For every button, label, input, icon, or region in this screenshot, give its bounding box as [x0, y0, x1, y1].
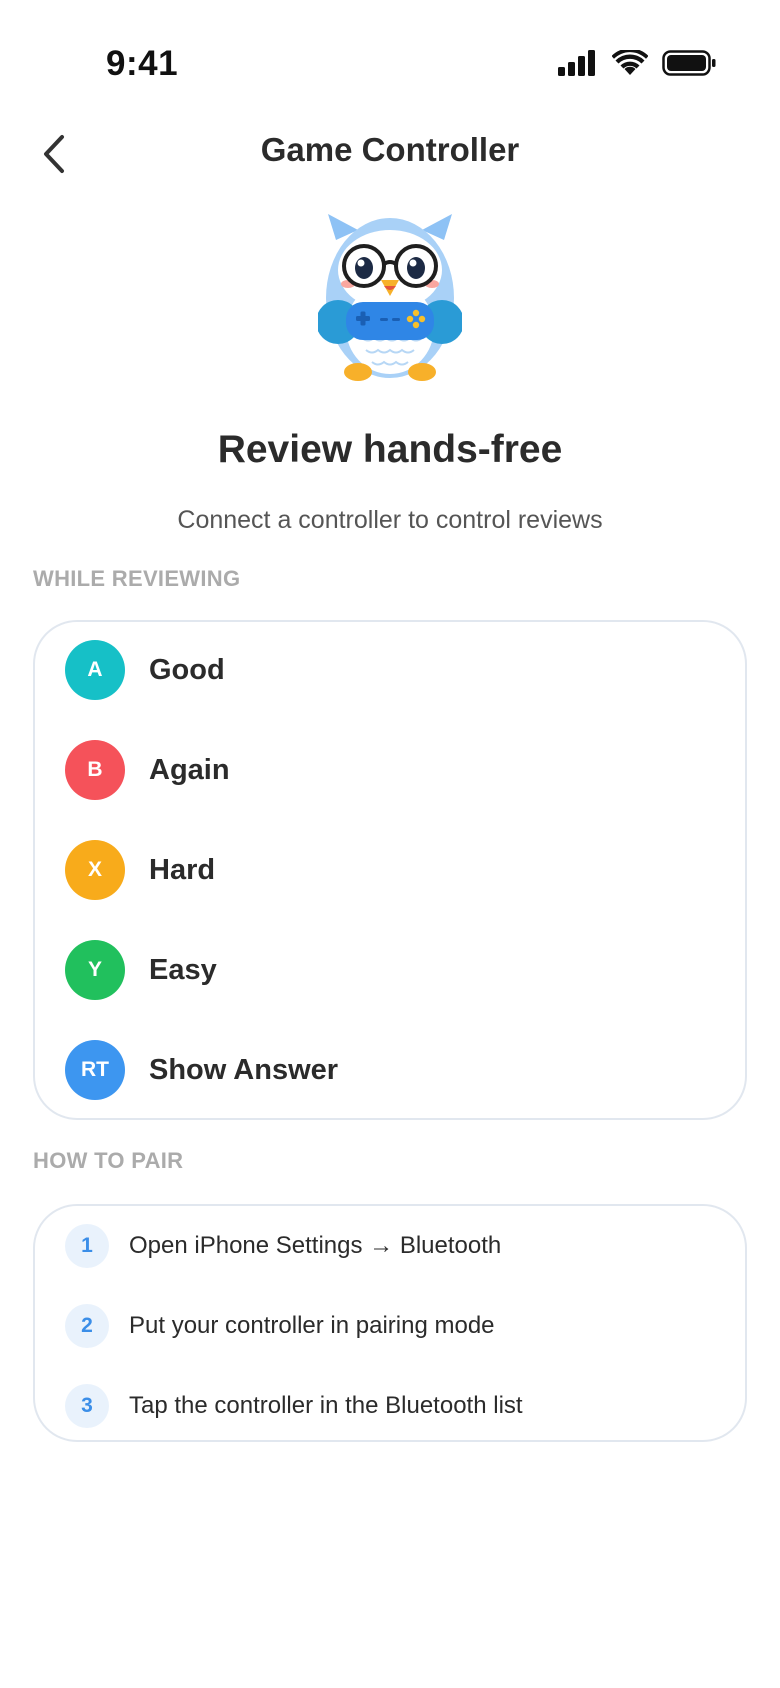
page-title: Game Controller — [260, 131, 520, 168]
button-b-badge: B — [65, 740, 125, 800]
pairing-step: 2 Put your controller in pairing mode — [65, 1304, 495, 1348]
pairing-steps-card: 1 Open iPhone Settings → Bluetooth 2 Put… — [33, 1204, 747, 1442]
section-label-how-to-pair: HOW TO PAIR — [33, 1148, 184, 1173]
step-text: Put your controller in pairing mode — [129, 1312, 495, 1339]
step-number: 3 — [65, 1384, 109, 1428]
hero-title: Review hands-free — [217, 428, 563, 471]
section-label-while-reviewing: WHILE REVIEWING — [33, 566, 241, 591]
status-icons — [558, 48, 716, 81]
control-label-hard: Hard — [149, 853, 216, 886]
button-y-badge: Y — [65, 940, 125, 1000]
pairing-step: 3 Tap the controller in the Bluetooth li… — [65, 1384, 523, 1428]
wifi-icon — [611, 48, 649, 81]
step-number: 2 — [65, 1304, 109, 1348]
control-label-easy: Easy — [149, 953, 217, 986]
battery-icon — [662, 50, 716, 81]
control-row-good: A Good — [65, 640, 225, 700]
control-label-again: Again — [149, 753, 230, 786]
pairing-step: 1 Open iPhone Settings → Bluetooth — [65, 1224, 501, 1268]
hero-subtitle: Connect a controller to control reviews — [177, 506, 603, 534]
button-rt-badge: RT — [65, 1040, 125, 1100]
control-label-good: Good — [149, 653, 225, 686]
step-text: Open iPhone Settings → Bluetooth — [129, 1232, 502, 1259]
control-row-hard: X Hard — [65, 840, 215, 900]
button-x-badge: X — [65, 840, 125, 900]
status-bar: 9:41 — [0, 0, 780, 130]
controls-card: A Good B Again X Hard Y Easy RT Show Ans… — [33, 620, 747, 1120]
step-text: Tap the controller in the Bluetooth list — [129, 1392, 523, 1419]
step-number: 1 — [65, 1224, 109, 1268]
control-row-easy: Y Easy — [65, 940, 217, 1000]
control-label-show-answer: Show Answer — [149, 1053, 339, 1086]
owl-mascot-illustration — [316, 210, 464, 390]
control-row-show-answer: RT Show Answer — [65, 1040, 338, 1100]
control-row-again: B Again — [65, 740, 230, 800]
button-a-badge: A — [65, 640, 125, 700]
cellular-signal-icon — [558, 50, 598, 81]
status-time: 9:41 — [106, 44, 179, 83]
